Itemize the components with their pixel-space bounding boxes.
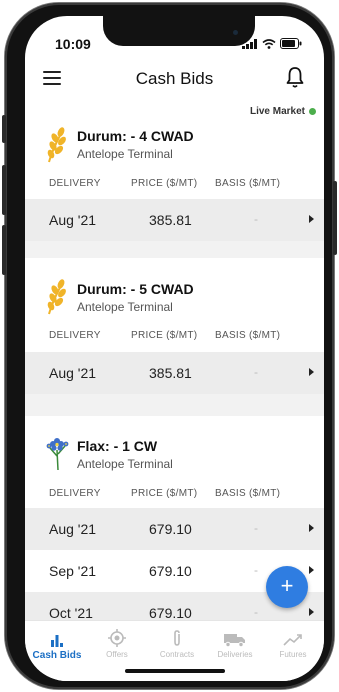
paperclip-icon xyxy=(147,627,207,647)
bar-chart-icon xyxy=(27,627,87,647)
basis-cell: - xyxy=(254,563,258,577)
bid-row[interactable]: Aug '21 385.81 - xyxy=(25,352,324,394)
row-arrow-icon xyxy=(309,608,314,616)
mute-switch xyxy=(2,115,6,143)
row-arrow-icon xyxy=(309,524,314,532)
crop-title: Durum: - 5 CWAD xyxy=(77,281,194,297)
bid-card: Live Market Durum: - 4 CWAD Antelope Ter… xyxy=(25,102,324,241)
truck-icon xyxy=(205,627,265,647)
app-header: Cash Bids xyxy=(25,60,324,100)
col-header-delivery: DELIVERY xyxy=(49,488,101,499)
price-cell: 679.10 xyxy=(149,521,192,537)
tab-futures[interactable]: Futures xyxy=(263,627,323,659)
tab-label: Deliveries xyxy=(217,650,253,659)
price-cell: 679.10 xyxy=(149,605,192,621)
volume-up-button xyxy=(2,165,6,215)
screen: 10:09 Cash Bids Live Market Durum: - 4 C… xyxy=(25,16,324,681)
tab-deliveries[interactable]: Deliveries xyxy=(205,627,265,659)
home-indicator[interactable] xyxy=(125,669,225,673)
volume-down-button xyxy=(2,225,6,275)
tab-label: Cash Bids xyxy=(32,650,82,661)
delivery-cell: Aug '21 xyxy=(49,521,97,537)
live-dot-icon xyxy=(309,108,316,115)
crop-location: Antelope Terminal xyxy=(77,457,173,471)
price-cell: 679.10 xyxy=(149,563,192,579)
basis-cell: - xyxy=(254,605,258,619)
bid-card: Durum: - 5 CWAD Antelope Terminal DELIVE… xyxy=(25,258,324,394)
crop-location: Antelope Terminal xyxy=(77,300,173,314)
col-header-delivery: DELIVERY xyxy=(49,330,101,341)
delivery-cell: Aug '21 xyxy=(49,365,97,381)
col-header-delivery: DELIVERY xyxy=(49,178,101,189)
page-title: Cash Bids xyxy=(135,69,214,88)
status-icons xyxy=(242,36,302,54)
add-button[interactable]: + xyxy=(266,566,308,608)
col-header-basis: BASIS ($/MT) xyxy=(215,488,281,499)
basis-cell: - xyxy=(254,365,258,379)
tab-offers[interactable]: Offers xyxy=(87,627,147,659)
live-market-indicator: Live Market xyxy=(250,106,316,117)
flax-flower-icon xyxy=(43,432,71,472)
battery-icon xyxy=(280,36,302,54)
target-icon xyxy=(87,627,147,647)
crop-title: Flax: - 1 CW xyxy=(77,438,158,454)
bid-row[interactable]: Aug '21 679.10 - xyxy=(25,508,324,550)
col-header-basis: BASIS ($/MT) xyxy=(215,330,281,341)
basis-cell: - xyxy=(254,212,258,226)
col-header-basis: BASIS ($/MT) xyxy=(215,178,281,189)
crop-title: Durum: - 4 CWAD xyxy=(77,128,194,144)
phone-frame: 10:09 Cash Bids Live Market Durum: - 4 C… xyxy=(2,3,337,689)
row-arrow-icon xyxy=(309,566,314,574)
col-header-price: PRICE ($/MT) xyxy=(131,330,198,341)
live-market-label: Live Market xyxy=(249,106,305,117)
tab-bar: Cash Bids Offers Contracts Deliveries Fu… xyxy=(25,620,324,681)
row-arrow-icon xyxy=(309,368,314,376)
power-button xyxy=(333,181,337,255)
status-time: 10:09 xyxy=(55,36,91,52)
tab-contracts[interactable]: Contracts xyxy=(147,627,207,659)
delivery-cell: Aug '21 xyxy=(49,212,97,228)
wheat-icon xyxy=(43,276,71,316)
bell-icon[interactable] xyxy=(286,67,304,89)
col-header-price: PRICE ($/MT) xyxy=(131,488,198,499)
row-arrow-icon xyxy=(309,215,314,223)
trend-icon xyxy=(263,627,323,647)
tab-cash-bids[interactable]: Cash Bids xyxy=(27,627,87,661)
price-cell: 385.81 xyxy=(149,212,192,228)
delivery-cell: Oct '21 xyxy=(49,605,93,621)
tab-label: Offers xyxy=(106,650,128,659)
delivery-cell: Sep '21 xyxy=(49,563,97,579)
basis-cell: - xyxy=(254,521,258,535)
wifi-icon xyxy=(262,36,276,54)
bids-list[interactable]: Live Market Durum: - 4 CWAD Antelope Ter… xyxy=(25,102,324,621)
notch xyxy=(103,16,255,46)
tab-label: Futures xyxy=(279,650,307,659)
tab-label: Contracts xyxy=(159,650,195,659)
price-cell: 385.81 xyxy=(149,365,192,381)
camera-dot xyxy=(233,30,238,35)
bid-row[interactable]: Aug '21 385.81 - xyxy=(25,199,324,241)
col-header-price: PRICE ($/MT) xyxy=(131,178,198,189)
crop-location: Antelope Terminal xyxy=(77,147,173,161)
wheat-icon xyxy=(43,124,71,164)
